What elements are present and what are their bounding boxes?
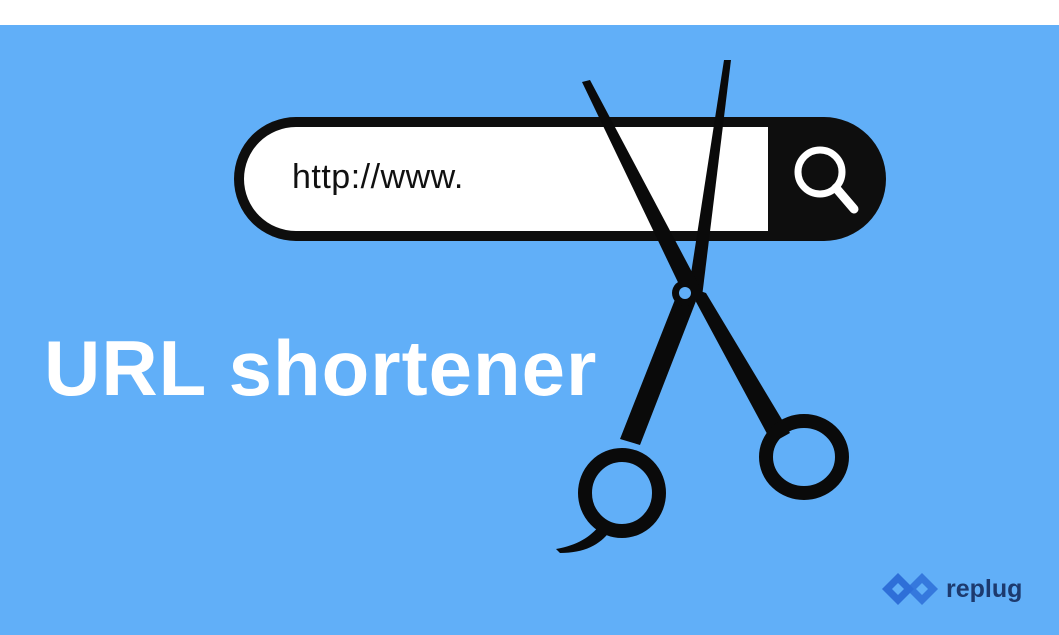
replug-logo-icon — [882, 573, 938, 605]
brand-name: replug — [946, 575, 1023, 603]
scissors-icon — [556, 60, 849, 553]
hero-banner: http://www. URL shortener replug — [0, 25, 1059, 635]
